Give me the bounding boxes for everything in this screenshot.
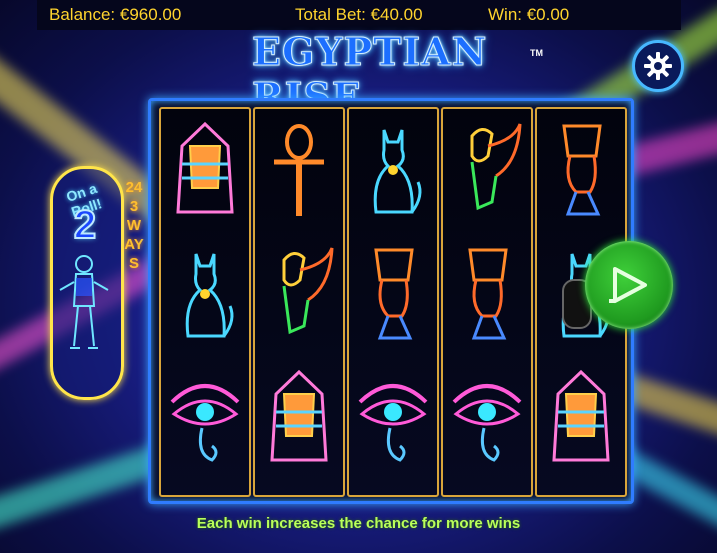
pharaoh-icon bbox=[552, 369, 610, 462]
total-bet-display: Total Bet: €40.00 bbox=[295, 5, 423, 24]
gear-icon bbox=[644, 52, 672, 80]
nefertiti-icon bbox=[468, 248, 508, 340]
eye-of-horus-icon bbox=[358, 384, 428, 462]
nefertiti-icon bbox=[374, 248, 414, 340]
balance-display: Balance: €960.00 bbox=[49, 5, 182, 24]
symbol-cat bbox=[349, 109, 437, 233]
trademark-mark: TM bbox=[530, 48, 543, 58]
ways-label: 243 WAYS bbox=[124, 179, 144, 272]
reel-2 bbox=[253, 107, 345, 497]
symbol-nefertiti bbox=[443, 233, 531, 357]
settings-button[interactable] bbox=[632, 40, 684, 92]
symbol-cat bbox=[161, 233, 249, 357]
pharaoh-icon bbox=[176, 121, 234, 214]
symbol-pharaoh bbox=[161, 109, 249, 233]
symbol-nefertiti bbox=[349, 233, 437, 357]
symbol-ankh bbox=[255, 109, 343, 233]
play-icon bbox=[609, 267, 647, 303]
reel-4 bbox=[441, 107, 533, 497]
win-display: Win: €0.00 bbox=[488, 5, 570, 24]
pharaoh-icon bbox=[270, 369, 328, 462]
symbol-pharaoh bbox=[537, 357, 625, 481]
reel-1 bbox=[159, 107, 251, 497]
symbol-nefertiti bbox=[537, 109, 625, 233]
footer-message: Each win increases the chance for more w… bbox=[196, 515, 521, 532]
reel-3 bbox=[347, 107, 439, 497]
cat-icon bbox=[373, 129, 422, 214]
top-info-bar: Balance: €960.00 Total Bet: €40.00 Win: … bbox=[37, 0, 681, 30]
on-a-roll-number: 2 bbox=[73, 203, 97, 247]
cat-icon bbox=[185, 253, 234, 338]
eye-of-horus-icon bbox=[452, 384, 522, 462]
symbol-eye bbox=[161, 357, 249, 481]
symbol-eye bbox=[443, 357, 531, 481]
symbol-bird bbox=[255, 233, 343, 357]
game-logo: EGYPTIAN RISE bbox=[252, 29, 488, 120]
bird-icon bbox=[470, 123, 522, 211]
ankh-icon bbox=[274, 124, 324, 216]
symbol-pharaoh bbox=[255, 357, 343, 481]
spin-button[interactable] bbox=[585, 241, 673, 329]
bird-icon bbox=[282, 247, 334, 335]
symbol-eye bbox=[349, 357, 437, 481]
eye-of-horus-icon bbox=[170, 384, 240, 462]
symbol-bird bbox=[443, 109, 531, 233]
nefertiti-icon bbox=[562, 124, 602, 216]
